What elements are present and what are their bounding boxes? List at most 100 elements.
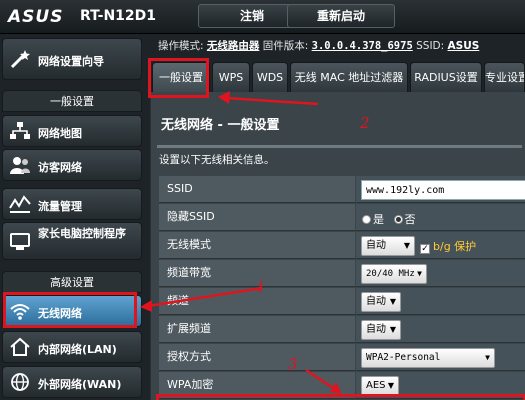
setting-value-cell: 自动 ▼ [356,316,525,343]
sidebar-item-label: 访客网络 [38,161,82,174]
setting-row-wireless-mode: 无线模式 自动 ▼ ✓ b/g 保护 [159,232,525,260]
dropdown-arrow-icon: ▼ [389,325,396,334]
ssid-input[interactable]: www.192ly.com [361,180,525,200]
tab-general[interactable]: 一般设置 [152,62,210,92]
status-line: 操作模式: 无线路由器 固件版本: 3.0.0.4.378_6975 SSID:… [158,38,525,54]
hide-ssid-radio-group: 是 否 [362,211,422,227]
reboot-button[interactable]: 重新启动 [287,4,395,28]
sidebar-item-traffic[interactable]: 流量管理 [2,188,142,220]
wpa-encryption-select[interactable]: AES ▼ [361,376,399,396]
tab-radius[interactable]: RADIUS设置 [410,62,482,92]
setting-value-cell: 是 否 [356,204,525,231]
select-value: 自动 [366,240,386,251]
radio-label: 是 [373,213,384,226]
tab-mac-filter[interactable]: 无线 MAC 地址过滤器 [290,62,408,92]
tab-wds[interactable]: WDS [252,62,288,92]
auth-method-select[interactable]: WPA2-Personal ▼ [361,348,495,368]
dropdown-arrow-icon: ▼ [403,241,410,250]
select-value: 自动 [366,296,386,307]
annotation-number-3: 3 [288,355,298,373]
title-divider [157,145,522,148]
setting-row-channel: 频道 自动 ▼ [159,288,525,316]
network-map-icon [10,122,30,139]
select-value: 20/40 MHz [366,269,415,279]
annotation-number-1: 1 [256,278,266,296]
traffic-chart-icon [9,195,31,213]
globe-icon [11,373,29,391]
bg-protect-checkbox[interactable]: ✓ [420,244,430,254]
setting-row-ssid: SSID www.192ly.com [159,176,525,204]
setting-value-cell: 自动 ▼ [356,288,525,315]
channel-select[interactable]: 自动 ▼ [361,292,401,312]
ssid-value: ASUS [447,40,480,52]
setting-label: 隐藏SSID [159,204,355,231]
setting-row-bandwidth: 频道带宽 20/40 MHz ▼ [159,260,525,288]
sidebar-item-label: 内部网络(LAN) [38,343,117,356]
router-model: RT-N12D1 [80,8,157,24]
wireless-mode-select[interactable]: 自动 ▼ [361,236,415,256]
fw-value-link[interactable]: 3.0.0.4.378_6975 [312,40,413,52]
setting-label: 扩展频道 [159,316,355,343]
bandwidth-select[interactable]: 20/40 MHz ▼ [361,264,427,284]
tab-professional[interactable]: 专业设置 [484,62,525,92]
setting-label: SSID [159,176,355,203]
sidebar-item-label: 家长电脑控制程序 [38,227,126,240]
main-panel: 无线网络 - 一般设置 设置以下无线相关信息。 SSID www.192ly.c… [150,92,525,400]
setting-value-cell: 20/40 MHz ▼ [356,260,525,287]
sidebar-item-label: 网络地图 [38,127,82,140]
sidebar-header-general: 一般设置 [2,90,142,112]
sidebar-item-label: 无线网络 [38,307,82,320]
dropdown-arrow-icon: ▼ [389,297,396,306]
ext-channel-select[interactable]: 自动 ▼ [361,320,401,340]
sidebar-item-wireless[interactable]: 无线网络 [2,295,142,327]
sidebar-item-label: 外部网络(WAN) [38,378,122,391]
setting-label: 授权方式 [159,344,355,371]
setting-value-cell: 自动 ▼ ✓ b/g 保护 [356,232,525,259]
dropdown-arrow-icon: ▼ [417,269,422,278]
setting-label: WPA加密 [159,372,355,399]
select-value: 自动 [366,324,386,335]
fw-label: 固件版本: [262,40,309,52]
setting-row-wpa-encryption: WPA加密 AES ▼ [159,372,525,400]
setting-row-hide-ssid: 隐藏SSID 是 否 [159,204,525,232]
bg-protect-group: ✓ b/g 保护 [420,238,476,254]
parental-control-icon [10,233,30,250]
setting-label: 无线模式 [159,232,355,259]
bg-protect-label: b/g 保护 [433,240,477,253]
setting-value-cell: www.192ly.com [356,176,525,203]
annotation-number-2: 2 [360,114,370,132]
sidebar-item-label: 网络设置向导 [38,55,104,68]
dropdown-arrow-icon: ▼ [485,353,490,362]
page-title: 无线网络 - 一般设置 [161,118,280,133]
sidebar-item-parental[interactable]: 家长电脑控制程序 [2,222,142,260]
sidebar-header-advanced: 高级设置 [2,271,142,293]
sidebar: 网络设置向导 一般设置 网络地图 访客网络 流量管理 家长电脑控制程序 高级设置 [0,36,148,400]
wifi-icon [10,304,30,320]
select-value: WPA2-Personal [366,352,441,363]
setting-row-auth-method: 授权方式 WPA2-Personal ▼ [159,344,525,372]
sidebar-item-wizard[interactable]: 网络设置向导 [2,38,142,80]
sidebar-item-network-map[interactable]: 网络地图 [2,115,142,147]
top-bar: ASUS RT-N12D1 注销 重新启动 [0,0,525,34]
sidebar-item-wan[interactable]: 外部网络(WAN) [2,366,142,398]
setting-value-cell: WPA2-Personal ▼ [356,344,525,371]
page-description: 设置以下无线相关信息。 [159,154,275,166]
mode-label: 操作模式: [158,40,204,52]
sidebar-item-lan[interactable]: 内部网络(LAN) [2,331,142,363]
ssid-label: SSID: [416,40,445,52]
hide-ssid-no-radio[interactable] [393,215,403,224]
sidebar-item-label: 流量管理 [38,200,82,213]
guest-users-icon [10,157,30,174]
mode-value-link[interactable]: 无线路由器 [207,40,260,52]
select-value: AES [366,380,386,391]
home-icon [10,337,30,356]
setting-value-cell: AES ▼ [356,372,525,399]
sidebar-item-guest-network[interactable]: 访客网络 [2,149,142,181]
dropdown-arrow-icon: ▼ [387,381,394,390]
tab-bar: 一般设置 WPS WDS 无线 MAC 地址过滤器 RADIUS设置 专业设置 [148,62,525,92]
asus-logo: ASUS [8,7,64,27]
radio-label: 否 [404,213,416,226]
hide-ssid-yes-radio[interactable] [362,215,371,224]
tab-wps[interactable]: WPS [212,62,250,92]
setting-row-ext-channel: 扩展频道 自动 ▼ [159,316,525,344]
